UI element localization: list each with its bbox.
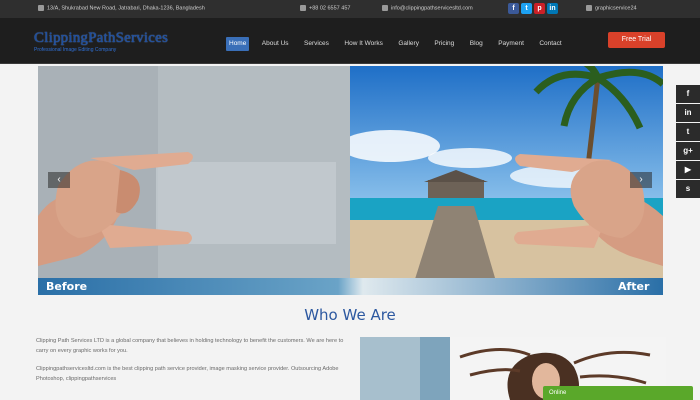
address-item: 13/A, Shukrabad New Road, Jatrabari, Dha… xyxy=(38,5,205,11)
facebook-icon[interactable]: f xyxy=(676,85,700,103)
youtube-icon[interactable]: ▶ xyxy=(676,161,700,179)
skype-text: graphicservice24 xyxy=(595,5,637,12)
about-paragraph-1: Clipping Path Services LTD is a global c… xyxy=(36,338,344,354)
linkedin-icon[interactable]: in xyxy=(547,3,558,14)
facebook-icon[interactable]: f xyxy=(508,3,519,14)
after-image xyxy=(350,66,663,295)
chevron-right-icon: › xyxy=(639,174,643,185)
live-chat-tab[interactable]: Online xyxy=(543,386,693,400)
phone-item[interactable]: +88 02 6557 457 xyxy=(300,5,350,11)
pinterest-icon[interactable]: p xyxy=(534,3,545,14)
about-paragraph-2: Clippingpathservicesltd.com is the best … xyxy=(36,366,339,382)
section-title-who-we-are: Who We Are xyxy=(304,306,396,324)
nav-pricing[interactable]: Pricing xyxy=(431,37,457,51)
skype-icon xyxy=(586,5,592,11)
slider-next-button[interactable]: › xyxy=(630,172,652,188)
nav-gallery[interactable]: Gallery xyxy=(395,37,422,51)
nav-contact[interactable]: Contact xyxy=(536,37,564,51)
slider-prev-button[interactable]: ‹ xyxy=(48,172,70,188)
logo-name: ClippingPathServices xyxy=(34,30,168,46)
after-label: After xyxy=(618,280,650,293)
site-logo[interactable]: ClippingPathServices Professional Image … xyxy=(34,30,214,53)
top-social-links: f t p in xyxy=(508,3,560,15)
after-beach-illustration xyxy=(350,66,663,295)
before-hands-illustration xyxy=(38,66,350,295)
email-item[interactable]: info@clippingpathservicesltd.com xyxy=(382,5,473,11)
twitter-icon[interactable]: t xyxy=(521,3,532,14)
hero-slider[interactable]: Before After ‹ › xyxy=(38,66,663,295)
email-text: info@clippingpathservicesltd.com xyxy=(391,5,473,12)
location-icon xyxy=(38,5,44,11)
nav-services[interactable]: Services xyxy=(301,37,332,51)
chevron-left-icon: ‹ xyxy=(57,174,61,185)
before-label: Before xyxy=(46,280,88,293)
skype-item[interactable]: graphicservice24 xyxy=(586,5,637,11)
about-text: Clipping Path Services LTD is a global c… xyxy=(36,336,346,392)
skype-icon[interactable]: s xyxy=(676,180,700,198)
phone-text: +88 02 6557 457 xyxy=(309,5,351,12)
free-trial-button[interactable]: Free Trial xyxy=(608,32,665,48)
top-info-bar: 13/A, Shukrabad New Road, Jatrabari, Dha… xyxy=(0,0,700,18)
envelope-icon xyxy=(382,5,388,11)
google-plus-icon[interactable]: g+ xyxy=(676,142,700,160)
page: 13/A, Shukrabad New Road, Jatrabari, Dha… xyxy=(0,0,700,400)
nav-blog[interactable]: Blog xyxy=(467,37,486,51)
nav-home[interactable]: Home xyxy=(226,37,250,51)
main-nav: Home About Us Services How It Works Gall… xyxy=(226,32,570,51)
site-header: ClippingPathServices Professional Image … xyxy=(0,18,700,64)
before-image xyxy=(38,66,350,295)
nav-about-us[interactable]: About Us xyxy=(259,37,292,51)
nav-payment[interactable]: Payment xyxy=(495,37,527,51)
linkedin-icon[interactable]: in xyxy=(676,104,700,122)
floating-social-rail: f in t g+ ▶ s xyxy=(676,85,700,199)
nav-how-it-works[interactable]: How It Works xyxy=(341,37,386,51)
logo-tagline: Professional Image Editing Company xyxy=(34,47,117,53)
address-text: 13/A, Shukrabad New Road, Jatrabari, Dha… xyxy=(47,5,205,12)
phone-icon xyxy=(300,5,306,11)
twitter-icon[interactable]: t xyxy=(676,123,700,141)
before-after-label-bar xyxy=(38,278,663,295)
